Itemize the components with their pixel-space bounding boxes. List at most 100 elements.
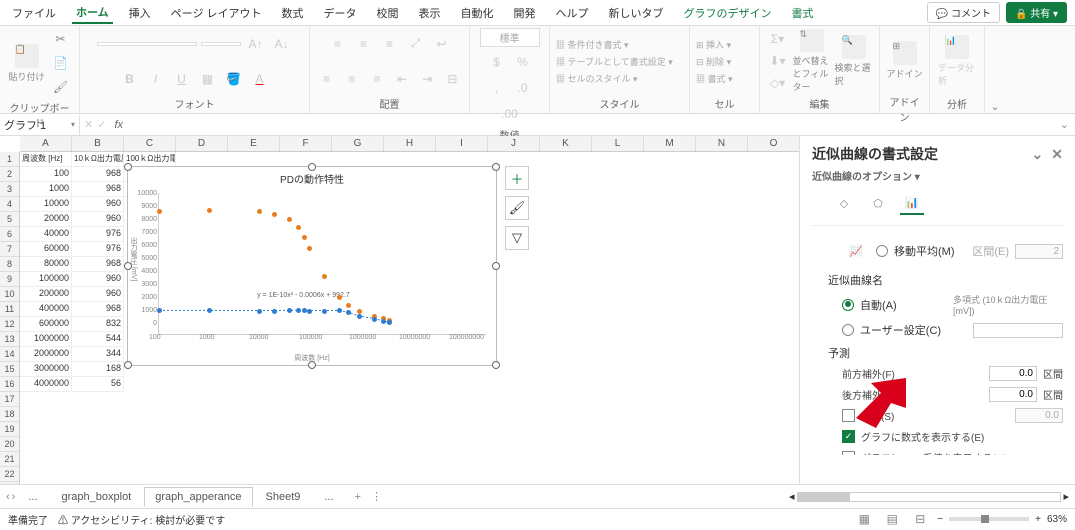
autosum[interactable]: Σ▾ bbox=[767, 28, 789, 50]
find-select[interactable]: 🔍検索と選択 bbox=[835, 29, 873, 93]
sheet-tab-0[interactable]: graph_boxplot bbox=[51, 487, 143, 507]
inc-decimal[interactable]: .0 bbox=[512, 77, 534, 99]
share-button[interactable]: 🔒 共有 ▾ bbox=[1006, 2, 1067, 23]
fill-color[interactable]: 🪣 bbox=[223, 68, 245, 90]
tab-developer[interactable]: 開発 bbox=[510, 3, 540, 23]
name-box[interactable]: グラフ 1 bbox=[0, 115, 80, 135]
percent[interactable]: % bbox=[512, 51, 534, 73]
chart-styles-btn[interactable]: 🖌 bbox=[505, 196, 529, 220]
cancel-formula[interactable]: ✕ bbox=[84, 118, 93, 131]
sheet-tab-more[interactable]: ... bbox=[313, 487, 344, 507]
formula-input[interactable] bbox=[127, 123, 1054, 127]
align-left[interactable]: ≡ bbox=[316, 68, 337, 90]
wrap-text[interactable]: ↩ bbox=[431, 33, 453, 55]
tab-insert[interactable]: 挿入 bbox=[125, 3, 155, 23]
panel-options[interactable]: ⌄ bbox=[1032, 146, 1044, 163]
align-center[interactable]: ≡ bbox=[341, 68, 362, 90]
decrease-font[interactable]: A↓ bbox=[271, 33, 293, 55]
custom-name-input[interactable] bbox=[973, 323, 1063, 338]
cut-button[interactable]: ✂ bbox=[50, 28, 72, 50]
panel-subtitle[interactable]: 近似曲線のオプション bbox=[812, 172, 912, 183]
border-button[interactable]: ▦ bbox=[197, 68, 219, 90]
font-size[interactable] bbox=[201, 42, 241, 46]
row-headers[interactable]: 1234567891011121314151617181920212223 bbox=[0, 152, 20, 484]
tab-chart-design[interactable]: グラフのデザイン bbox=[680, 3, 776, 23]
merge[interactable]: ⊟ bbox=[442, 68, 463, 90]
show-r2-check[interactable] bbox=[842, 451, 855, 455]
tab-automate[interactable]: 自動化 bbox=[457, 3, 498, 23]
interval-input[interactable] bbox=[1015, 244, 1063, 259]
formula-expand[interactable]: ⌄ bbox=[1054, 118, 1075, 131]
paste-button[interactable]: 📋貼り付け bbox=[8, 31, 46, 95]
view-normal[interactable]: ▦ bbox=[853, 508, 875, 530]
column-headers[interactable]: ABCDEFGHIJKLMNOPQ bbox=[20, 136, 800, 152]
intercept-check[interactable] bbox=[842, 409, 855, 422]
format-painter[interactable]: 🖌 bbox=[50, 76, 72, 98]
insert-cells[interactable]: ⊞ 挿入 ▾ bbox=[696, 38, 731, 51]
tab-list[interactable]: ⋮ bbox=[371, 490, 382, 503]
table-format-btn[interactable]: ▦ テーブルとして書式設定 ▾ bbox=[556, 55, 673, 68]
panel-close[interactable]: ✕ bbox=[1051, 146, 1063, 163]
tab-format[interactable]: 書式 bbox=[788, 3, 818, 23]
align-top[interactable]: ≡ bbox=[327, 33, 349, 55]
tab-home[interactable]: ホーム bbox=[72, 2, 113, 24]
cond-format-btn[interactable]: ▦ 条件付き書式 ▾ bbox=[556, 38, 629, 51]
backward-input[interactable] bbox=[989, 387, 1037, 402]
sheet-tab-1[interactable]: graph_apperance bbox=[144, 487, 252, 507]
fill-btn[interactable]: ⬇▾ bbox=[767, 50, 789, 72]
bold-button[interactable]: B bbox=[119, 68, 141, 90]
underline-button[interactable]: U bbox=[171, 68, 193, 90]
chart-filter-btn[interactable]: ▽ bbox=[505, 226, 529, 250]
horizontal-scrollbar[interactable]: ◂▸ bbox=[789, 491, 1069, 503]
currency[interactable]: $ bbox=[486, 51, 508, 73]
tab-formulas[interactable]: 数式 bbox=[278, 3, 308, 23]
intercept-input[interactable] bbox=[1015, 408, 1063, 423]
view-page-break[interactable]: ⊟ bbox=[909, 508, 931, 530]
tab-newtab[interactable]: 新しいタブ bbox=[605, 3, 668, 23]
align-middle[interactable]: ≡ bbox=[353, 33, 375, 55]
cell-styles-btn[interactable]: ▦ セルのスタイル ▾ bbox=[556, 72, 638, 85]
tab-file[interactable]: ファイル bbox=[8, 3, 60, 23]
chart-elements-btn[interactable]: ＋ bbox=[505, 166, 529, 190]
tab-page-layout[interactable]: ページ レイアウト bbox=[167, 3, 266, 23]
forward-input[interactable] bbox=[989, 366, 1037, 381]
sheet-tab-2[interactable]: Sheet9 bbox=[255, 487, 312, 507]
font-name[interactable] bbox=[97, 42, 197, 46]
increase-font[interactable]: A↑ bbox=[245, 33, 267, 55]
accessibility-status[interactable]: ⚠ アクセシビリティ: 検討が必要です bbox=[58, 512, 225, 527]
tab-data[interactable]: データ bbox=[320, 3, 361, 23]
tab-nav-prev[interactable]: ‹ bbox=[6, 491, 10, 503]
sort-filter[interactable]: ⇅並べ替えとフィルター bbox=[793, 29, 831, 93]
tab-help[interactable]: ヘルプ bbox=[552, 3, 593, 23]
view-page-layout[interactable]: ▤ bbox=[881, 508, 903, 530]
analyze-button[interactable]: 📊データ分析 bbox=[938, 29, 976, 93]
comma[interactable]: , bbox=[486, 77, 508, 99]
delete-cells[interactable]: ⊟ 削除 ▾ bbox=[696, 55, 731, 68]
tab-review[interactable]: 校閲 bbox=[373, 3, 403, 23]
effects-tab[interactable]: ⬠ bbox=[866, 191, 890, 215]
add-sheet[interactable]: + bbox=[347, 491, 369, 503]
tab-ellipsis-left[interactable]: ... bbox=[17, 487, 48, 507]
accept-formula[interactable]: ✓ bbox=[97, 118, 106, 131]
grid[interactable]: ABCDEFGHIJKLMNOPQ 1234567891011121314151… bbox=[0, 136, 800, 484]
custom-name-radio[interactable] bbox=[842, 324, 854, 336]
indent-dec[interactable]: ⇤ bbox=[392, 68, 413, 90]
fx-icon[interactable]: fx bbox=[110, 119, 127, 131]
auto-name-radio[interactable] bbox=[842, 299, 854, 311]
ribbon-collapse[interactable]: ⌄ bbox=[985, 26, 1005, 113]
tab-view[interactable]: 表示 bbox=[415, 3, 445, 23]
align-right[interactable]: ≡ bbox=[366, 68, 387, 90]
tab-nav-next[interactable]: › bbox=[12, 491, 16, 503]
trendline-options-tab[interactable]: 📊 bbox=[900, 191, 924, 215]
show-equation-check[interactable]: ✓ bbox=[842, 430, 855, 443]
addin-button[interactable]: ⊞アドイン bbox=[886, 28, 923, 92]
plot-area[interactable]: y = 1E-10x² - 0.0006x + 992.7 0100020003… bbox=[158, 193, 486, 335]
comment-button[interactable]: 💬 コメント bbox=[927, 2, 1000, 23]
moving-avg-radio[interactable] bbox=[876, 245, 888, 257]
format-cells[interactable]: ▦ 書式 ▾ bbox=[696, 72, 733, 85]
orientation[interactable]: ⤢ bbox=[405, 33, 427, 55]
chart-object[interactable]: PDの動作特性 y = 1E-10x² - 0.0006x + 992.7 01… bbox=[127, 166, 497, 366]
clear-btn[interactable]: ◇▾ bbox=[767, 72, 789, 94]
zoom-slider[interactable] bbox=[949, 517, 1029, 521]
indent-inc[interactable]: ⇥ bbox=[417, 68, 438, 90]
